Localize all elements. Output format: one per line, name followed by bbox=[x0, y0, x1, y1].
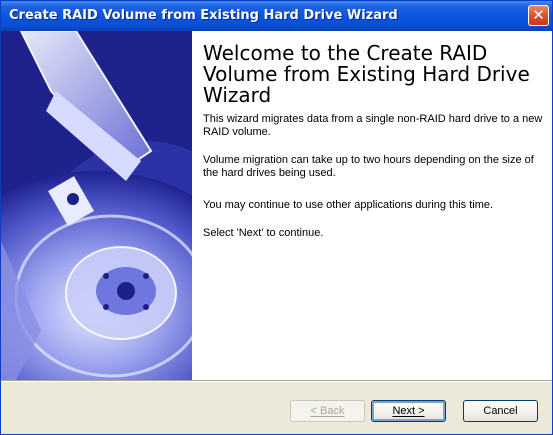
window-title: Create RAID Volume from Existing Hard Dr… bbox=[9, 8, 398, 23]
close-button[interactable]: ✕ bbox=[528, 5, 549, 26]
button-separator bbox=[1, 380, 552, 382]
next-button-label: Next > bbox=[392, 405, 425, 417]
back-button[interactable]: < Back bbox=[290, 400, 365, 422]
back-button-label: < Back bbox=[310, 405, 345, 417]
duration-paragraph: Volume migration can take up to two hour… bbox=[203, 154, 534, 179]
close-icon: ✕ bbox=[532, 6, 545, 24]
hard-drive-illustration bbox=[1, 31, 192, 380]
next-button[interactable]: Next > bbox=[371, 400, 446, 422]
cancel-button[interactable]: Cancel bbox=[463, 400, 538, 422]
welcome-heading: Welcome to the Create RAID Volume from E… bbox=[203, 41, 530, 107]
wizard-content: Welcome to the Create RAID Volume from E… bbox=[1, 31, 552, 380]
continue-use-paragraph: You may continue to use other applicatio… bbox=[203, 199, 494, 211]
title-bar[interactable]: Create RAID Volume from Existing Hard Dr… bbox=[1, 1, 552, 31]
hard-drive-banner-image bbox=[1, 31, 192, 380]
wizard-window: Create RAID Volume from Existing Hard Dr… bbox=[0, 0, 553, 435]
intro-paragraph: This wizard migrates data from a single … bbox=[203, 113, 543, 138]
cancel-button-label: Cancel bbox=[483, 405, 518, 417]
select-next-paragraph: Select 'Next' to continue. bbox=[203, 227, 324, 239]
